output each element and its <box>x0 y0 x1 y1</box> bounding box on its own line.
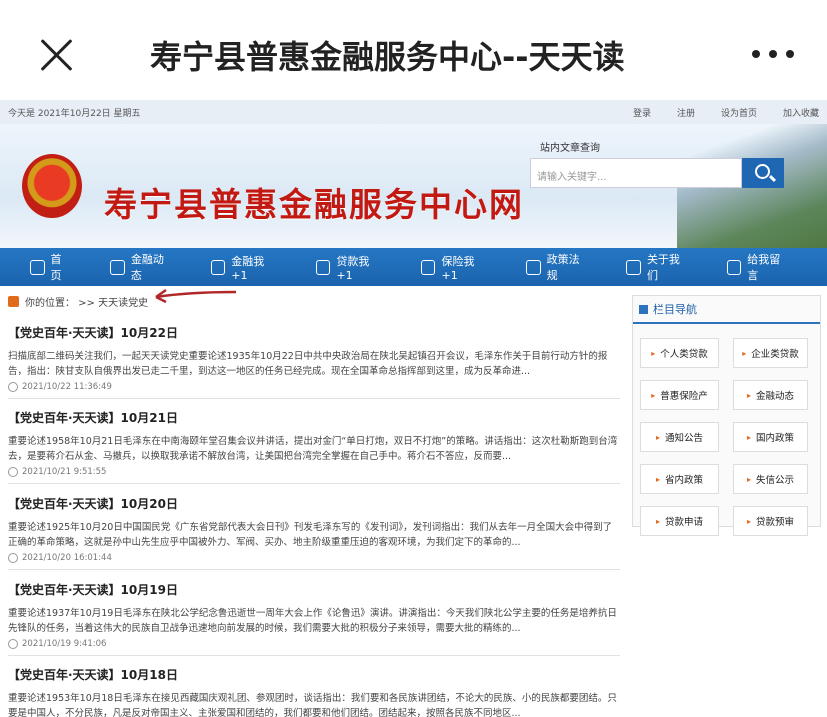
divider <box>8 569 620 570</box>
list-item[interactable]: 【党史百年·天天读】10月19日 重要论述1937年10月19日毛泽东在陕北公学… <box>8 581 620 656</box>
more-options-icon[interactable] <box>752 50 794 58</box>
sidebar-item-notices[interactable]: 通知公告 <box>640 422 719 452</box>
nav-item-finance-plus[interactable]: 金融我+1 <box>210 253 276 282</box>
document-icon <box>110 259 125 275</box>
article-summary: 重要论述1958年10月21日毛泽东在中南海颐年堂召集会议并讲话，提出对金门“单… <box>8 436 618 462</box>
divider <box>8 483 620 484</box>
divider <box>8 655 620 656</box>
top-links: 登录 注册 设为首页 加入收藏 <box>607 106 819 119</box>
article-summary: 扫描底部二维码关注我们，一起天天读党史重要论述1935年10月22日中共中央政治… <box>8 351 608 377</box>
article-title[interactable]: 【党史百年·天天读】10月18日 <box>8 666 620 683</box>
chat-icon <box>626 259 641 275</box>
article-summary: 重要论述1953年10月18日毛泽东在接见西藏国庆观礼团、参观团时，谈话指出：我… <box>8 693 617 717</box>
article-date: 2021/10/21 9:51:55 <box>8 467 620 477</box>
annotation-arrow-icon <box>155 288 237 303</box>
nav-label: 保险我+1 <box>441 254 475 282</box>
search-input[interactable]: 请输入关键字... <box>530 158 742 188</box>
heart-hand-icon <box>420 259 436 275</box>
coins-icon <box>210 259 226 275</box>
current-date: 今天是 2021年10月22日 星期五 <box>8 108 141 119</box>
article-title[interactable]: 【党史百年·天天读】10月21日 <box>8 409 620 426</box>
nav-label: 贷款我+1 <box>336 254 370 282</box>
nav-label: 金融我+1 <box>231 254 265 282</box>
close-icon[interactable] <box>40 38 74 72</box>
gavel-icon <box>525 259 541 275</box>
site-banner: 寿宁县普惠金融服务中心网 站内文章查询 请输入关键字... <box>0 124 827 248</box>
nav-label: 首页 <box>50 253 62 282</box>
article-date: 2021/10/22 11:36:49 <box>8 382 620 392</box>
sidebar-title: 栏目导航 <box>633 296 820 324</box>
article-date: 2021/10/20 16:01:44 <box>8 553 620 563</box>
sidebar-item-provincial-policy[interactable]: 省内政策 <box>640 464 719 494</box>
location-icon <box>8 296 19 307</box>
article-date: 2021/10/19 9:41:06 <box>8 639 620 649</box>
sidebar-item-loan-application[interactable]: 贷款申请 <box>640 506 719 536</box>
article-summary: 重要论述1937年10月19日毛泽东在陕北公学纪念鲁迅逝世一周年大会上作《论鲁迅… <box>8 608 617 634</box>
add-favorite-link[interactable]: 加入收藏 <box>783 109 819 119</box>
sidebar-item-business-loan[interactable]: 企业类贷款 <box>733 338 808 368</box>
sidebar-item-inclusive-insurance[interactable]: 普惠保险产 <box>640 380 719 410</box>
nav-item-policy[interactable]: 政策法规 <box>525 251 586 283</box>
article-title[interactable]: 【党史百年·天天读】10月22日 <box>8 324 620 341</box>
login-link[interactable]: 登录 <box>633 109 651 119</box>
app-header: 寿宁县普惠金融服务中心--天天读 <box>0 0 827 100</box>
home-icon <box>30 259 45 275</box>
list-item[interactable]: 【党史百年·天天读】10月18日 重要论述1953年10月18日毛泽东在接见西藏… <box>8 666 620 717</box>
nav-item-loan-plus[interactable]: 贷款我+1 <box>315 253 381 282</box>
article-title[interactable]: 【党史百年·天天读】10月20日 <box>8 495 620 512</box>
divider <box>8 398 620 399</box>
info-bar: 今天是 2021年10月22日 星期五 登录 注册 设为首页 加入收藏 <box>0 100 827 124</box>
set-home-link[interactable]: 设为首页 <box>721 109 757 119</box>
list-item[interactable]: 【党史百年·天天读】10月21日 重要论述1958年10月21日毛泽东在中南海颐… <box>8 409 620 484</box>
money-bag-icon <box>315 259 331 275</box>
nav-item-insurance-plus[interactable]: 保险我+1 <box>420 253 486 282</box>
nav-item-home[interactable]: 首页 <box>30 251 70 283</box>
article-title[interactable]: 【党史百年·天天读】10月19日 <box>8 581 620 598</box>
page-title: 寿宁县普惠金融服务中心--天天读 <box>150 38 625 76</box>
nav-label: 给我留言 <box>747 253 781 282</box>
breadcrumb-text: 你的位置： >> 天天读党史 <box>25 298 149 309</box>
national-emblem-icon <box>22 154 82 218</box>
site-name: 寿宁县普惠金融服务中心网 <box>104 185 524 224</box>
sidebar-item-national-policy[interactable]: 国内政策 <box>733 422 808 452</box>
nav-label: 关于我们 <box>646 253 680 282</box>
main-nav: 首页 金融动态 金融我+1 贷款我+1 保险我+1 政策法规 关于我们 给我留言 <box>0 248 827 286</box>
nav-item-finance-news[interactable]: 金融动态 <box>110 251 170 283</box>
nav-item-message[interactable]: 给我留言 <box>726 251 787 283</box>
list-item[interactable]: 【党史百年·天天读】10月20日 重要论述1925年10月20日中国国民党《广东… <box>8 495 620 570</box>
breadcrumb: 你的位置： >> 天天读党史 <box>8 294 148 309</box>
sidebar-item-personal-loan[interactable]: 个人类贷款 <box>640 338 719 368</box>
nav-item-about[interactable]: 关于我们 <box>626 251 686 283</box>
sidebar-item-loan-precheck[interactable]: 贷款预审 <box>733 506 808 536</box>
search-label: 站内文章查询 <box>540 143 600 154</box>
article-summary: 重要论述1925年10月20日中国国民党《广东省党部代表大会日刊》刊发毛泽东写的… <box>8 522 613 548</box>
nav-label: 金融动态 <box>130 253 164 282</box>
nav-label: 政策法规 <box>546 253 580 282</box>
sidebar-item-finance-news[interactable]: 金融动态 <box>733 380 808 410</box>
list-item[interactable]: 【党史百年·天天读】10月22日 扫描底部二维码关注我们，一起天天读党史重要论述… <box>8 324 620 399</box>
message-icon <box>726 259 742 275</box>
sidebar-item-dishonesty-list[interactable]: 失信公示 <box>733 464 808 494</box>
sidebar-nav: 栏目导航 个人类贷款 企业类贷款 普惠保险产 金融动态 通知公告 国内政策 省内… <box>632 295 821 536</box>
register-link[interactable]: 注册 <box>677 109 695 119</box>
search-button[interactable] <box>742 158 784 188</box>
web-page: 今天是 2021年10月22日 星期五 登录 注册 设为首页 加入收藏 寿宁县普惠金融… <box>0 100 827 717</box>
